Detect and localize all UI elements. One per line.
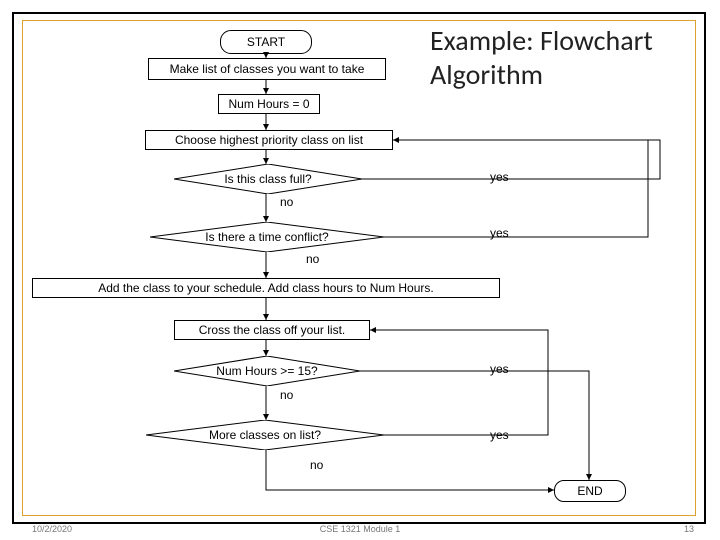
flow-arrows bbox=[0, 0, 720, 540]
